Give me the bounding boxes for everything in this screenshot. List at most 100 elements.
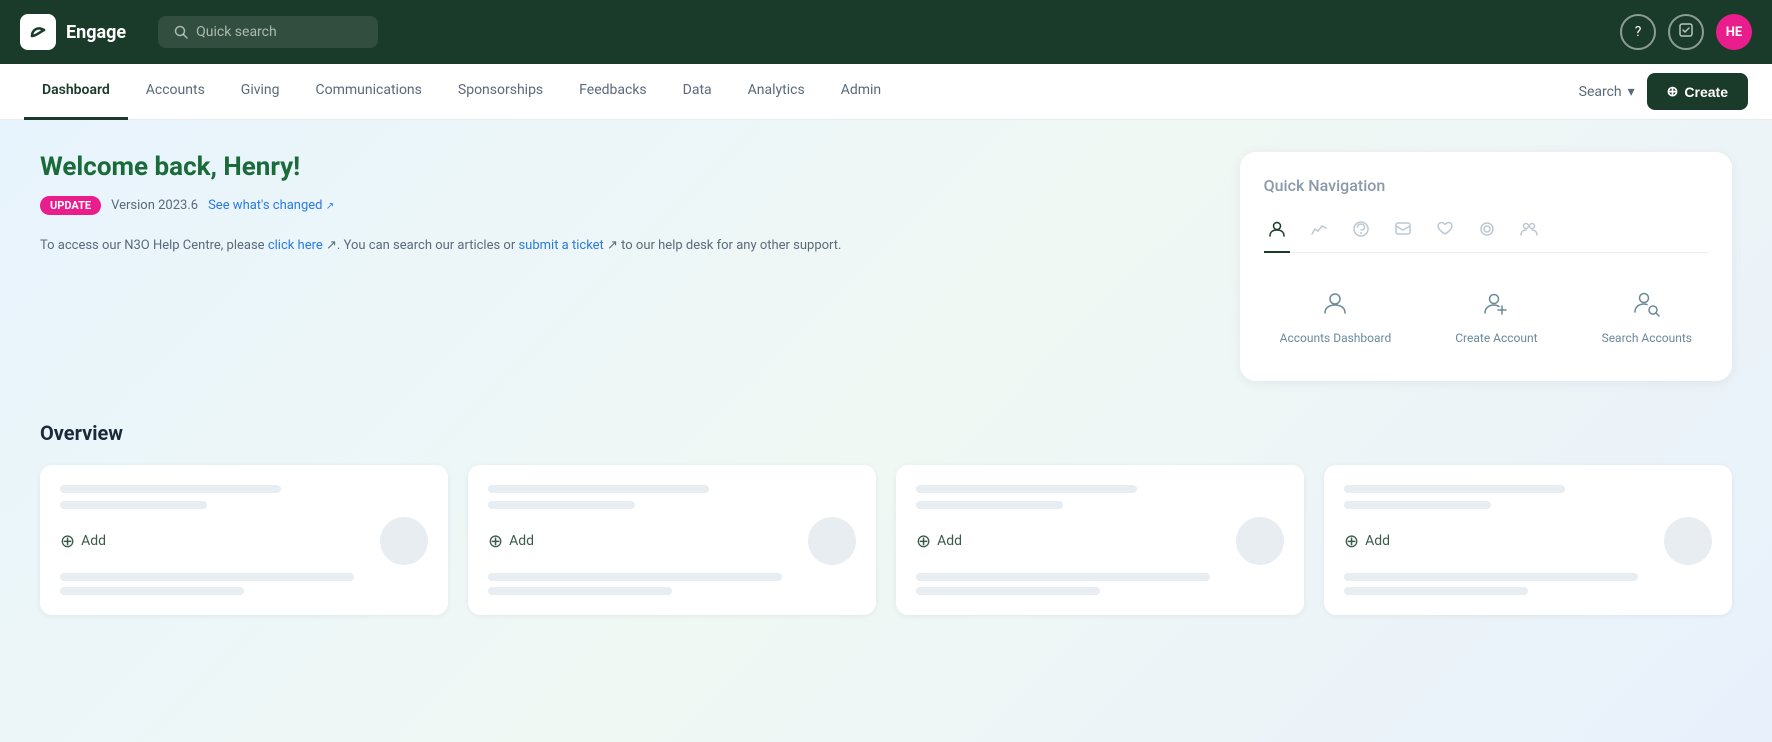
whats-changed-link[interactable]: See what's changed ↗: [208, 198, 334, 213]
card-1-add-button[interactable]: ⊕ Add: [60, 531, 106, 552]
card-2-middle: ⊕ Add: [488, 517, 856, 565]
add-icon-2: ⊕: [488, 531, 503, 552]
check-icon: [1679, 23, 1693, 41]
qn-tab-accounts[interactable]: [1264, 211, 1290, 253]
card-1-middle: ⊕ Add: [60, 517, 428, 565]
qn-tab-analytics[interactable]: [1306, 211, 1332, 253]
welcome-left: Welcome back, Henry! UPDATE Version 2023…: [40, 152, 1208, 257]
placeholder-line: [60, 501, 207, 509]
card-2-top-lines: [488, 485, 856, 509]
secondary-nav: Dashboard Accounts Giving Communications…: [0, 64, 1772, 120]
card-4-add-button[interactable]: ⊕ Add: [1344, 531, 1390, 552]
top-nav-actions: ? HE: [1620, 14, 1752, 50]
logo-wrap[interactable]: Engage: [20, 14, 126, 50]
search-nav-button[interactable]: Search ▾: [1567, 84, 1647, 100]
add-icon-4: ⊕: [1344, 531, 1359, 552]
ext-icon2: ↗: [604, 238, 618, 253]
nav-dashboard[interactable]: Dashboard: [24, 64, 128, 120]
card-4-bottom-lines: [1344, 573, 1712, 595]
create-account-icon: [1482, 289, 1510, 323]
card-2-add-label: Add: [509, 533, 534, 549]
qn-tab-support[interactable]: [1348, 211, 1374, 253]
create-plus-icon: ⊕: [1667, 83, 1679, 100]
help-paragraph: To access our N3O Help Centre, please cl…: [40, 235, 1208, 257]
version-text: Version 2023.6: [111, 198, 198, 213]
overview-card-3: ⊕ Add: [896, 465, 1304, 615]
placeholder-line: [1344, 587, 1528, 595]
overview-cards: ⊕ Add ⊕ Add: [40, 465, 1732, 615]
card-3-middle: ⊕ Add: [916, 517, 1284, 565]
card-3-add-button[interactable]: ⊕ Add: [916, 531, 962, 552]
quick-search-bar[interactable]: Quick search: [158, 16, 378, 48]
placeholder-line: [60, 573, 354, 581]
card-1-top-lines: [60, 485, 428, 509]
qn-item-accounts-dashboard-label: Accounts Dashboard: [1280, 331, 1392, 345]
nav-communications[interactable]: Communications: [298, 64, 440, 120]
card-1-circle: [380, 517, 428, 565]
qn-tab-giving[interactable]: [1432, 211, 1458, 253]
qn-item-search-accounts[interactable]: Search Accounts: [1586, 277, 1708, 357]
qn-item-accounts-dashboard[interactable]: Accounts Dashboard: [1264, 277, 1408, 357]
placeholder-line: [1344, 485, 1565, 493]
search-dropdown-icon: ▾: [1628, 84, 1635, 100]
nav-feedbacks[interactable]: Feedbacks: [561, 64, 664, 120]
external-link-icon: ↗: [326, 201, 334, 212]
card-4-top-lines: [1344, 485, 1712, 509]
placeholder-line: [60, 587, 244, 595]
card-2-bottom-lines: [488, 573, 856, 595]
notifications-button[interactable]: [1668, 14, 1704, 50]
overview-section: Overview ⊕ Add: [40, 421, 1732, 615]
top-nav: Engage Quick search ? HE: [0, 0, 1772, 64]
nav-giving[interactable]: Giving: [223, 64, 298, 120]
placeholder-line: [488, 485, 709, 493]
main-content: Welcome back, Henry! UPDATE Version 2023…: [0, 120, 1772, 742]
placeholder-line: [488, 587, 672, 595]
placeholder-line: [916, 573, 1210, 581]
card-4-add-label: Add: [1365, 533, 1390, 549]
qn-tab-sponsorships[interactable]: [1474, 211, 1500, 253]
nav-accounts[interactable]: Accounts: [128, 64, 223, 120]
placeholder-line: [916, 485, 1137, 493]
placeholder-line: [488, 501, 635, 509]
card-3-top-lines: [916, 485, 1284, 509]
nav-analytics[interactable]: Analytics: [730, 64, 823, 120]
card-3-add-label: Add: [937, 533, 962, 549]
quick-search-placeholder: Quick search: [196, 24, 277, 40]
quick-nav-title: Quick Navigation: [1264, 176, 1708, 195]
user-avatar[interactable]: HE: [1716, 14, 1752, 50]
help-icon: ?: [1635, 24, 1642, 40]
qn-item-create-account[interactable]: Create Account: [1439, 277, 1553, 357]
app-title: Engage: [66, 22, 126, 43]
overview-card-1: ⊕ Add: [40, 465, 448, 615]
placeholder-line: [916, 501, 1063, 509]
placeholder-line: [1344, 501, 1491, 509]
card-2-add-button[interactable]: ⊕ Add: [488, 531, 534, 552]
card-2-circle: [808, 517, 856, 565]
update-badge: UPDATE: [40, 196, 101, 215]
quick-nav-items: Accounts Dashboard Create Account: [1264, 277, 1708, 357]
card-3-circle: [1236, 517, 1284, 565]
nav-data[interactable]: Data: [665, 64, 730, 120]
card-4-middle: ⊕ Add: [1344, 517, 1712, 565]
overview-title: Overview: [40, 421, 1732, 445]
card-1-bottom-lines: [60, 573, 428, 595]
search-accounts-icon: [1633, 289, 1661, 323]
create-label: Create: [1684, 84, 1728, 100]
placeholder-line: [1344, 573, 1638, 581]
click-here-link[interactable]: click here: [268, 238, 323, 253]
card-1-add-label: Add: [81, 533, 106, 549]
welcome-title: Welcome back, Henry!: [40, 152, 1208, 182]
qn-tab-groups[interactable]: [1516, 211, 1542, 253]
logo-icon: [20, 14, 56, 50]
card-4-circle: [1664, 517, 1712, 565]
nav-sponsorships[interactable]: Sponsorships: [440, 64, 561, 120]
qn-tab-comms[interactable]: [1390, 211, 1416, 253]
nav-admin[interactable]: Admin: [823, 64, 899, 120]
help-button[interactable]: ?: [1620, 14, 1656, 50]
search-nav-label: Search: [1579, 84, 1622, 100]
submit-ticket-link[interactable]: submit a ticket: [518, 238, 603, 253]
create-button[interactable]: ⊕ Create: [1647, 73, 1748, 110]
welcome-section: Welcome back, Henry! UPDATE Version 2023…: [40, 152, 1732, 381]
quick-nav-card: Quick Navigation: [1240, 152, 1732, 381]
placeholder-line: [488, 573, 782, 581]
